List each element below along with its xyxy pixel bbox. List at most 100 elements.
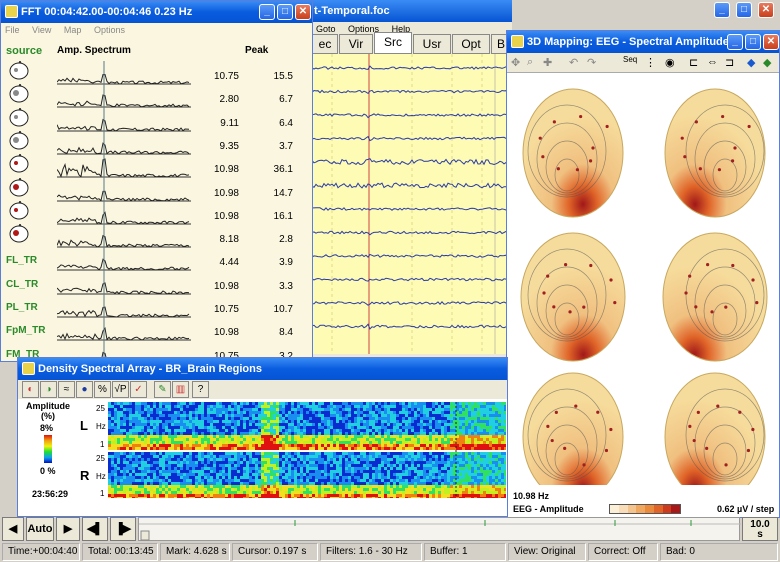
eeg-window-title: t-Temporal.foc bbox=[312, 0, 512, 22]
brain-color-icon[interactable]: ◐ bbox=[22, 381, 39, 398]
undo-icon[interactable]: ↶ bbox=[569, 56, 578, 69]
dsa-band-r: R bbox=[80, 468, 90, 483]
color-scale-swatch bbox=[662, 505, 672, 513]
color-scale-swatch bbox=[636, 505, 645, 513]
dsa-hz-bottom-l: 1 bbox=[100, 440, 105, 449]
status-field: Bad: 0 bbox=[660, 543, 778, 561]
view-side-icon[interactable]: ⇔ bbox=[707, 56, 718, 68]
fft-cursor-line bbox=[103, 61, 105, 361]
mapping-toolbar: ✥ ⌕ ✚ ↶ ↷ Seq ⋮ ◉ ⊏ ⇔ ⊐ ◆ ◆ bbox=[507, 53, 779, 73]
prev-page-button[interactable]: ◀ bbox=[2, 517, 24, 541]
mapping-window: 3D Mapping: EEG - Spectral Amplitude _ □… bbox=[506, 30, 780, 518]
color-scale-swatch bbox=[645, 505, 654, 513]
color-icon[interactable]: ◆ bbox=[747, 56, 755, 69]
tab-opt[interactable]: Opt bbox=[452, 34, 490, 54]
color-scale-swatch bbox=[610, 505, 619, 513]
head-map[interactable] bbox=[522, 88, 624, 218]
head-map[interactable] bbox=[662, 232, 768, 362]
fft-menu-view[interactable]: View bbox=[32, 25, 51, 35]
grid-icon[interactable]: ⋮ bbox=[645, 56, 656, 69]
fft-maximize-button[interactable]: □ bbox=[277, 4, 293, 20]
fft-menu-file[interactable]: File bbox=[5, 25, 20, 35]
auto-button[interactable]: Auto bbox=[26, 517, 54, 541]
waveform-icon[interactable]: ≈ bbox=[58, 381, 75, 398]
status-field: Time:+00:04:40 bbox=[2, 543, 80, 561]
color-scale-swatch bbox=[653, 505, 663, 513]
dsa-hz-mid-l: Hz bbox=[96, 422, 106, 431]
electrode-icon[interactable]: ◉ bbox=[665, 56, 675, 69]
dsa-hz-top-l: 25 bbox=[96, 404, 105, 413]
menu-goto[interactable]: Goto bbox=[316, 24, 336, 34]
pan-icon[interactable]: ✚ bbox=[543, 56, 552, 69]
fft-close-button[interactable]: ✕ bbox=[295, 4, 311, 20]
tab-vir[interactable]: Vir bbox=[339, 34, 373, 54]
stop-icon[interactable]: ● bbox=[76, 381, 93, 398]
dsa-band-l: L bbox=[80, 418, 88, 433]
sequence-icon[interactable]: Seq bbox=[623, 55, 637, 64]
head-map[interactable] bbox=[664, 88, 766, 218]
app-minimize-button[interactable]: _ bbox=[714, 2, 730, 18]
zoom-icon[interactable]: ⌕ bbox=[527, 56, 533, 69]
region-icon[interactable]: ▥ bbox=[172, 381, 189, 398]
help-icon[interactable]: ? bbox=[192, 381, 209, 398]
time-span-button[interactable]: 10.0 s bbox=[742, 517, 778, 541]
fft-minimize-button[interactable]: _ bbox=[259, 4, 275, 20]
app-close-button[interactable]: ✕ bbox=[758, 2, 774, 18]
color-scale-swatch bbox=[671, 505, 680, 513]
eeg-window: t-Temporal.foc Goto Options Help ec Vir … bbox=[312, 0, 512, 362]
status-field: Filters: 1.6 - 30 Hz bbox=[320, 543, 422, 561]
mapping-close-button[interactable]: ✕ bbox=[763, 34, 779, 50]
mapping-minimize-button[interactable]: _ bbox=[727, 34, 743, 50]
next-mark-button[interactable]: ▐▶ bbox=[110, 517, 136, 541]
mapping-legend-label: EEG - Amplitude bbox=[513, 504, 584, 514]
timeline-scrollbar[interactable] bbox=[138, 517, 741, 541]
head-map[interactable] bbox=[664, 372, 766, 485]
head-map[interactable] bbox=[520, 232, 626, 362]
fft-header-spectrum: Amp. Spectrum bbox=[57, 45, 131, 56]
sqrt-power-button[interactable]: √P bbox=[112, 381, 129, 398]
move-icon[interactable]: ✥ bbox=[511, 56, 520, 69]
fft-menu-options[interactable]: Options bbox=[94, 25, 125, 35]
dsa-window-title: Density Spectral Array - BR_Brain Region… bbox=[18, 358, 507, 380]
dsa-hz-mid-r: Hz bbox=[96, 472, 106, 481]
view-top-icon[interactable]: ⊐ bbox=[725, 56, 734, 69]
play-button[interactable]: ▶ bbox=[56, 517, 80, 541]
dsa-spectrogram[interactable] bbox=[108, 402, 506, 498]
mapping-scale: 0.62 µV / step bbox=[717, 504, 775, 514]
status-field: Correct: Off bbox=[588, 543, 658, 561]
dsa-hz-top-r: 25 bbox=[96, 454, 105, 463]
dsa-pct-top: 8% bbox=[40, 423, 54, 433]
dsa-app-icon bbox=[22, 362, 35, 375]
dsa-hz-bottom-r: 1 bbox=[100, 489, 105, 498]
eeg-traces[interactable] bbox=[312, 54, 512, 354]
prev-mark-button[interactable]: ◀▌ bbox=[82, 517, 108, 541]
fft-app-icon bbox=[5, 5, 18, 18]
fft-header-peak: Peak bbox=[245, 45, 269, 56]
timeline-ticks bbox=[139, 520, 741, 541]
tab-rec[interactable]: ec bbox=[312, 34, 338, 54]
dsa-pct-bottom: 0 % bbox=[40, 466, 56, 476]
tab-src[interactable]: Src bbox=[374, 32, 412, 54]
fft-header-source: source bbox=[6, 45, 43, 57]
view-front-icon[interactable]: ⊏ bbox=[689, 56, 698, 69]
check-button[interactable]: ✓ bbox=[130, 381, 147, 398]
tab-usr[interactable]: Usr bbox=[413, 34, 451, 54]
dsa-time: 23:56:29 bbox=[32, 489, 69, 499]
dsa-colorbar bbox=[44, 435, 52, 463]
color-scale bbox=[609, 504, 681, 514]
dsa-unit: (%) bbox=[41, 411, 55, 421]
mapping-maximize-button[interactable]: □ bbox=[745, 34, 761, 50]
fft-menu-map[interactable]: Map bbox=[64, 25, 82, 35]
spectrum-color-icon[interactable]: ◑ bbox=[40, 381, 57, 398]
app-maximize-button[interactable]: □ bbox=[736, 2, 752, 18]
dsa-amp-label: Amplitude bbox=[26, 401, 70, 411]
status-field: Total: 00:13:45 bbox=[82, 543, 158, 561]
palette-icon[interactable]: ◆ bbox=[763, 56, 771, 69]
channel-color-icon[interactable]: ✎ bbox=[154, 381, 171, 398]
head-map[interactable] bbox=[522, 372, 624, 485]
percent-button[interactable]: % bbox=[94, 381, 111, 398]
head-maps[interactable] bbox=[507, 75, 780, 485]
mapping-app-icon bbox=[511, 35, 524, 48]
dsa-toolbar: ◐ ◑ ≈ ● % √P ✓ ✎ ▥ ? bbox=[18, 380, 507, 399]
redo-icon[interactable]: ↷ bbox=[587, 56, 596, 69]
